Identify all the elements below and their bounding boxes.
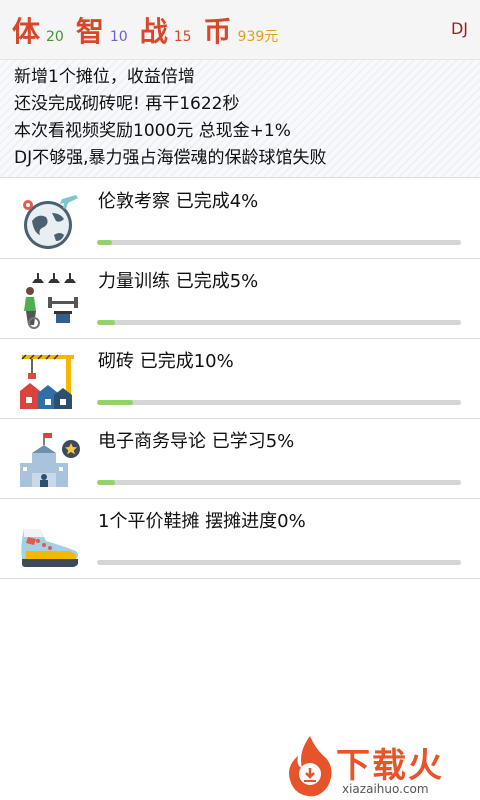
stat-money: 币 939元 [204, 10, 279, 50]
task-progress-fill [97, 400, 134, 405]
stat-money-label: 币 [203, 14, 232, 48]
message-line: 本次看视频奖励1000元 总现金+1% [14, 121, 291, 141]
globe-travel-icon [18, 191, 82, 251]
task-progress-bar [97, 400, 461, 405]
task-row-bricklaying[interactable]: 砌砖 已完成10% [0, 339, 480, 419]
stat-combat: 战 15 [140, 10, 192, 50]
site-watermark: 下载火 xiazaihuo.com [282, 732, 480, 800]
stat-combat-label: 战 [139, 14, 168, 48]
task-row-strength[interactable]: 力量训练 已完成5% [0, 259, 480, 339]
flame-logo-icon [289, 736, 332, 797]
gym-training-icon [18, 271, 82, 331]
stat-body-value: 20 [46, 28, 64, 45]
watermark-text: 下载火 [336, 746, 444, 786]
user-name-button[interactable]: DJ [451, 19, 468, 38]
task-progress-fill [97, 240, 112, 245]
stat-intelligence-value: 10 [109, 28, 128, 45]
task-title: 1个平价鞋摊 摆摊进度0% [98, 511, 306, 532]
task-progress-fill [97, 320, 116, 325]
stat-body: 体 20 [12, 10, 64, 50]
stat-intelligence-label: 智 [75, 14, 104, 48]
stat-combat-value: 15 [173, 28, 192, 45]
task-row-ecommerce[interactable]: 电子商务导论 已学习5% [0, 419, 480, 499]
school-icon [18, 431, 82, 491]
task-title: 伦敦考察 已完成4% [98, 191, 259, 212]
construction-crane-icon [18, 351, 82, 411]
message-line: DJ不够强,暴力强占海偿魂的保龄球馆失败 [14, 148, 327, 168]
sneaker-icon [18, 511, 82, 571]
task-title: 力量训练 已完成5% [98, 271, 259, 292]
task-row-london[interactable]: 伦敦考察 已完成4% [0, 179, 480, 259]
task-row-shoe-stall[interactable]: 1个平价鞋摊 摆摊进度0% [0, 499, 480, 579]
task-progress-bar [97, 480, 461, 485]
stats-header: 体 20 智 10 战 15 币 939元 DJ [0, 0, 480, 60]
task-progress-fill [97, 480, 116, 485]
stat-body-label: 体 [12, 14, 41, 48]
message-log: 新增1个摊位，收益倍增 还没完成砌砖呢! 再干1622秒 本次看视频奖励1000… [0, 60, 480, 178]
stat-intelligence: 智 10 [76, 10, 128, 50]
message-line: 新增1个摊位，收益倍增 [14, 67, 195, 87]
task-title: 砌砖 已完成10% [98, 351, 234, 372]
message-line: 还没完成砌砖呢! 再干1622秒 [14, 94, 240, 114]
task-title: 电子商务导论 已学习5% [98, 431, 295, 452]
task-progress-bar [97, 560, 461, 565]
stat-money-value: 939元 [237, 28, 279, 45]
task-progress-bar [97, 240, 461, 245]
task-progress-bar [97, 320, 461, 325]
watermark-url: xiazaihuo.com [342, 782, 429, 796]
